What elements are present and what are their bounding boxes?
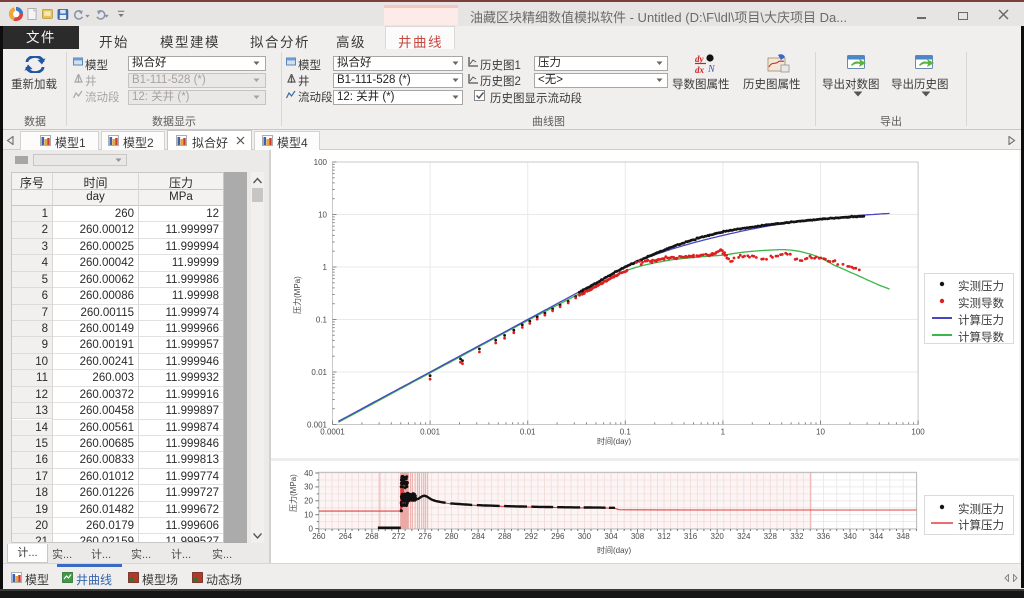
svg-text:336: 336 [817,532,831,541]
svg-text:316: 316 [684,532,698,541]
svg-text:328: 328 [764,532,778,541]
svg-text:10: 10 [304,511,313,520]
svg-text:288: 288 [498,532,512,541]
svg-text:344: 344 [870,532,884,541]
svg-text:304: 304 [604,532,618,541]
svg-text:272: 272 [392,532,406,541]
svg-text:276: 276 [418,532,432,541]
svg-text:268: 268 [365,532,379,541]
svg-text:296: 296 [551,532,565,541]
svg-text:312: 312 [657,532,671,541]
svg-text:284: 284 [472,532,486,541]
svg-text:324: 324 [737,532,751,541]
svg-text:348: 348 [896,532,910,541]
svg-text:20: 20 [304,497,313,506]
svg-text:30: 30 [304,483,313,492]
svg-text:264: 264 [339,532,353,541]
svg-text:308: 308 [631,532,645,541]
svg-text:320: 320 [711,532,725,541]
svg-text:300: 300 [578,532,592,541]
svg-text:292: 292 [525,532,539,541]
svg-text:280: 280 [445,532,459,541]
svg-text:40: 40 [304,469,313,478]
svg-text:260: 260 [312,532,326,541]
svg-text:332: 332 [790,532,804,541]
svg-text:340: 340 [843,532,857,541]
